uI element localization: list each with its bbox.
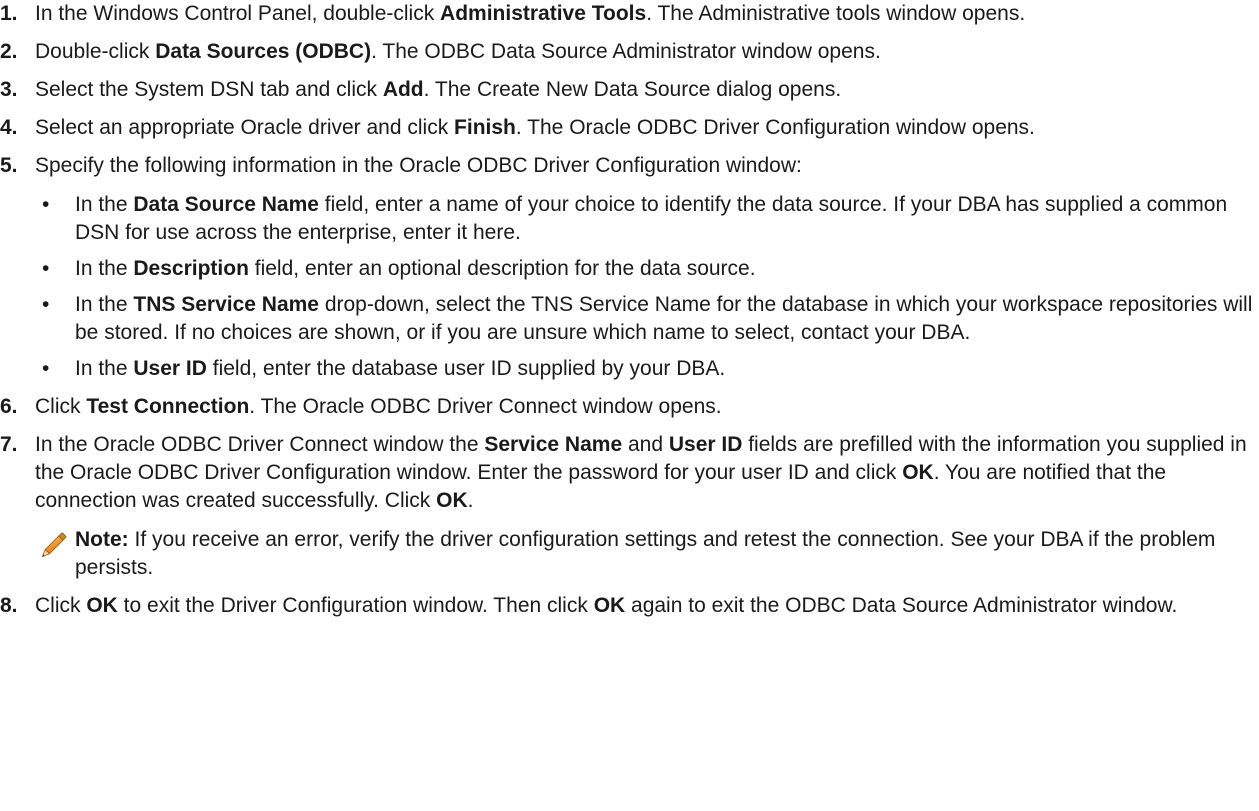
ui-term: OK xyxy=(593,594,626,617)
item-text: field, enter an optional description for… xyxy=(248,257,756,280)
ui-term: Finish xyxy=(454,116,516,139)
item-text: In the xyxy=(75,193,134,216)
item-text: In the xyxy=(75,257,134,280)
step-text: again to exit the ODBC Data Source Admin… xyxy=(625,594,1178,617)
ui-term: Service Name xyxy=(484,433,623,456)
document: 1. In the Windows Control Panel, double-c… xyxy=(0,0,1259,811)
step-text: Click xyxy=(35,594,87,617)
note-text: If you receive an error, verify the driv… xyxy=(75,528,1216,579)
step-2: 2. Double-click Data Sources (ODBC). The … xyxy=(0,38,1259,66)
step-text: Click xyxy=(35,395,87,418)
step-text: . The ODBC Data Source Administrator win… xyxy=(371,40,881,63)
ui-term: TNS Service Name xyxy=(133,293,319,316)
step-number: 7. xyxy=(0,433,18,456)
note-callout: Note: If you receive an error, verify th… xyxy=(35,526,1259,582)
list-item: • In the Data Source Name field, enter a … xyxy=(42,191,1259,247)
step-5: 5. Specify the following information in t… xyxy=(0,152,1259,383)
ui-term: OK xyxy=(86,594,118,617)
step-6: 6. Click Test Connection. The Oracle ODBC… xyxy=(0,393,1259,421)
step-3: 3. Select the System DSN tab and click Ad… xyxy=(0,76,1259,104)
bullet-icon: • xyxy=(42,293,50,316)
step-number: 8. xyxy=(0,594,18,617)
step-text: and xyxy=(622,433,669,456)
step-7: 7. In the Oracle ODBC Driver Connect wind… xyxy=(0,431,1259,582)
step-text: Specify the following information in the… xyxy=(35,154,802,177)
step-text: . The Administrative tools window opens. xyxy=(646,2,1026,25)
ui-term: User ID xyxy=(668,433,743,456)
step-text: . The Create New Data Source dialog open… xyxy=(423,78,842,101)
ui-term: Add xyxy=(382,78,424,101)
step-text: Double-click xyxy=(35,40,156,63)
item-text: In the xyxy=(75,293,134,316)
item-text: field, enter the database user ID suppli… xyxy=(206,357,726,380)
bullet-icon: • xyxy=(42,357,50,380)
ui-term: Description xyxy=(133,257,249,280)
step-text: In the Windows Control Panel, double-cli… xyxy=(35,2,441,25)
ui-term: Test Connection xyxy=(86,395,250,418)
ui-term: Data Source Name xyxy=(133,193,319,216)
step-number: 2. xyxy=(0,40,18,63)
step-number: 1. xyxy=(0,2,18,25)
step-text: to exit the Driver Configuration window.… xyxy=(117,594,594,617)
step-number: 5. xyxy=(0,154,18,177)
ui-term: User ID xyxy=(133,357,207,380)
step-4: 4. Select an appropriate Oracle driver an… xyxy=(0,114,1259,142)
step-text: . The Oracle ODBC Driver Configuration w… xyxy=(515,116,1035,139)
item-text: In the xyxy=(75,357,134,380)
step-text: In the Oracle ODBC Driver Connect window… xyxy=(35,433,485,456)
step-8: 8. Click OK to exit the Driver Configurat… xyxy=(0,592,1259,620)
note-label: Note: xyxy=(75,528,129,551)
procedure-steps: 1. In the Windows Control Panel, double-c… xyxy=(0,0,1259,620)
ui-term: Administrative Tools xyxy=(440,2,647,25)
ui-term: OK xyxy=(902,461,934,484)
field-list: • In the Data Source Name field, enter a … xyxy=(35,191,1259,383)
step-text: Select an appropriate Oracle driver and … xyxy=(35,116,455,139)
step-text: Select the System DSN tab and click xyxy=(35,78,383,101)
bullet-icon: • xyxy=(42,193,50,216)
bullet-icon: • xyxy=(42,257,50,280)
step-text: . The Oracle ODBC Driver Connect window … xyxy=(249,395,722,418)
step-number: 3. xyxy=(0,78,18,101)
list-item: • In the User ID field, enter the databas… xyxy=(42,355,1259,383)
step-number: 4. xyxy=(0,116,18,139)
list-item: • In the TNS Service Name drop-down, sele… xyxy=(42,291,1259,347)
ui-term: OK xyxy=(436,489,468,512)
pencil-icon xyxy=(41,532,67,558)
step-text: . xyxy=(467,489,474,512)
step-1: 1. In the Windows Control Panel, double-c… xyxy=(0,0,1259,28)
list-item: • In the Description field, enter an opti… xyxy=(42,255,1259,283)
ui-term: Data Sources (ODBC) xyxy=(155,40,372,63)
step-number: 6. xyxy=(0,395,18,418)
